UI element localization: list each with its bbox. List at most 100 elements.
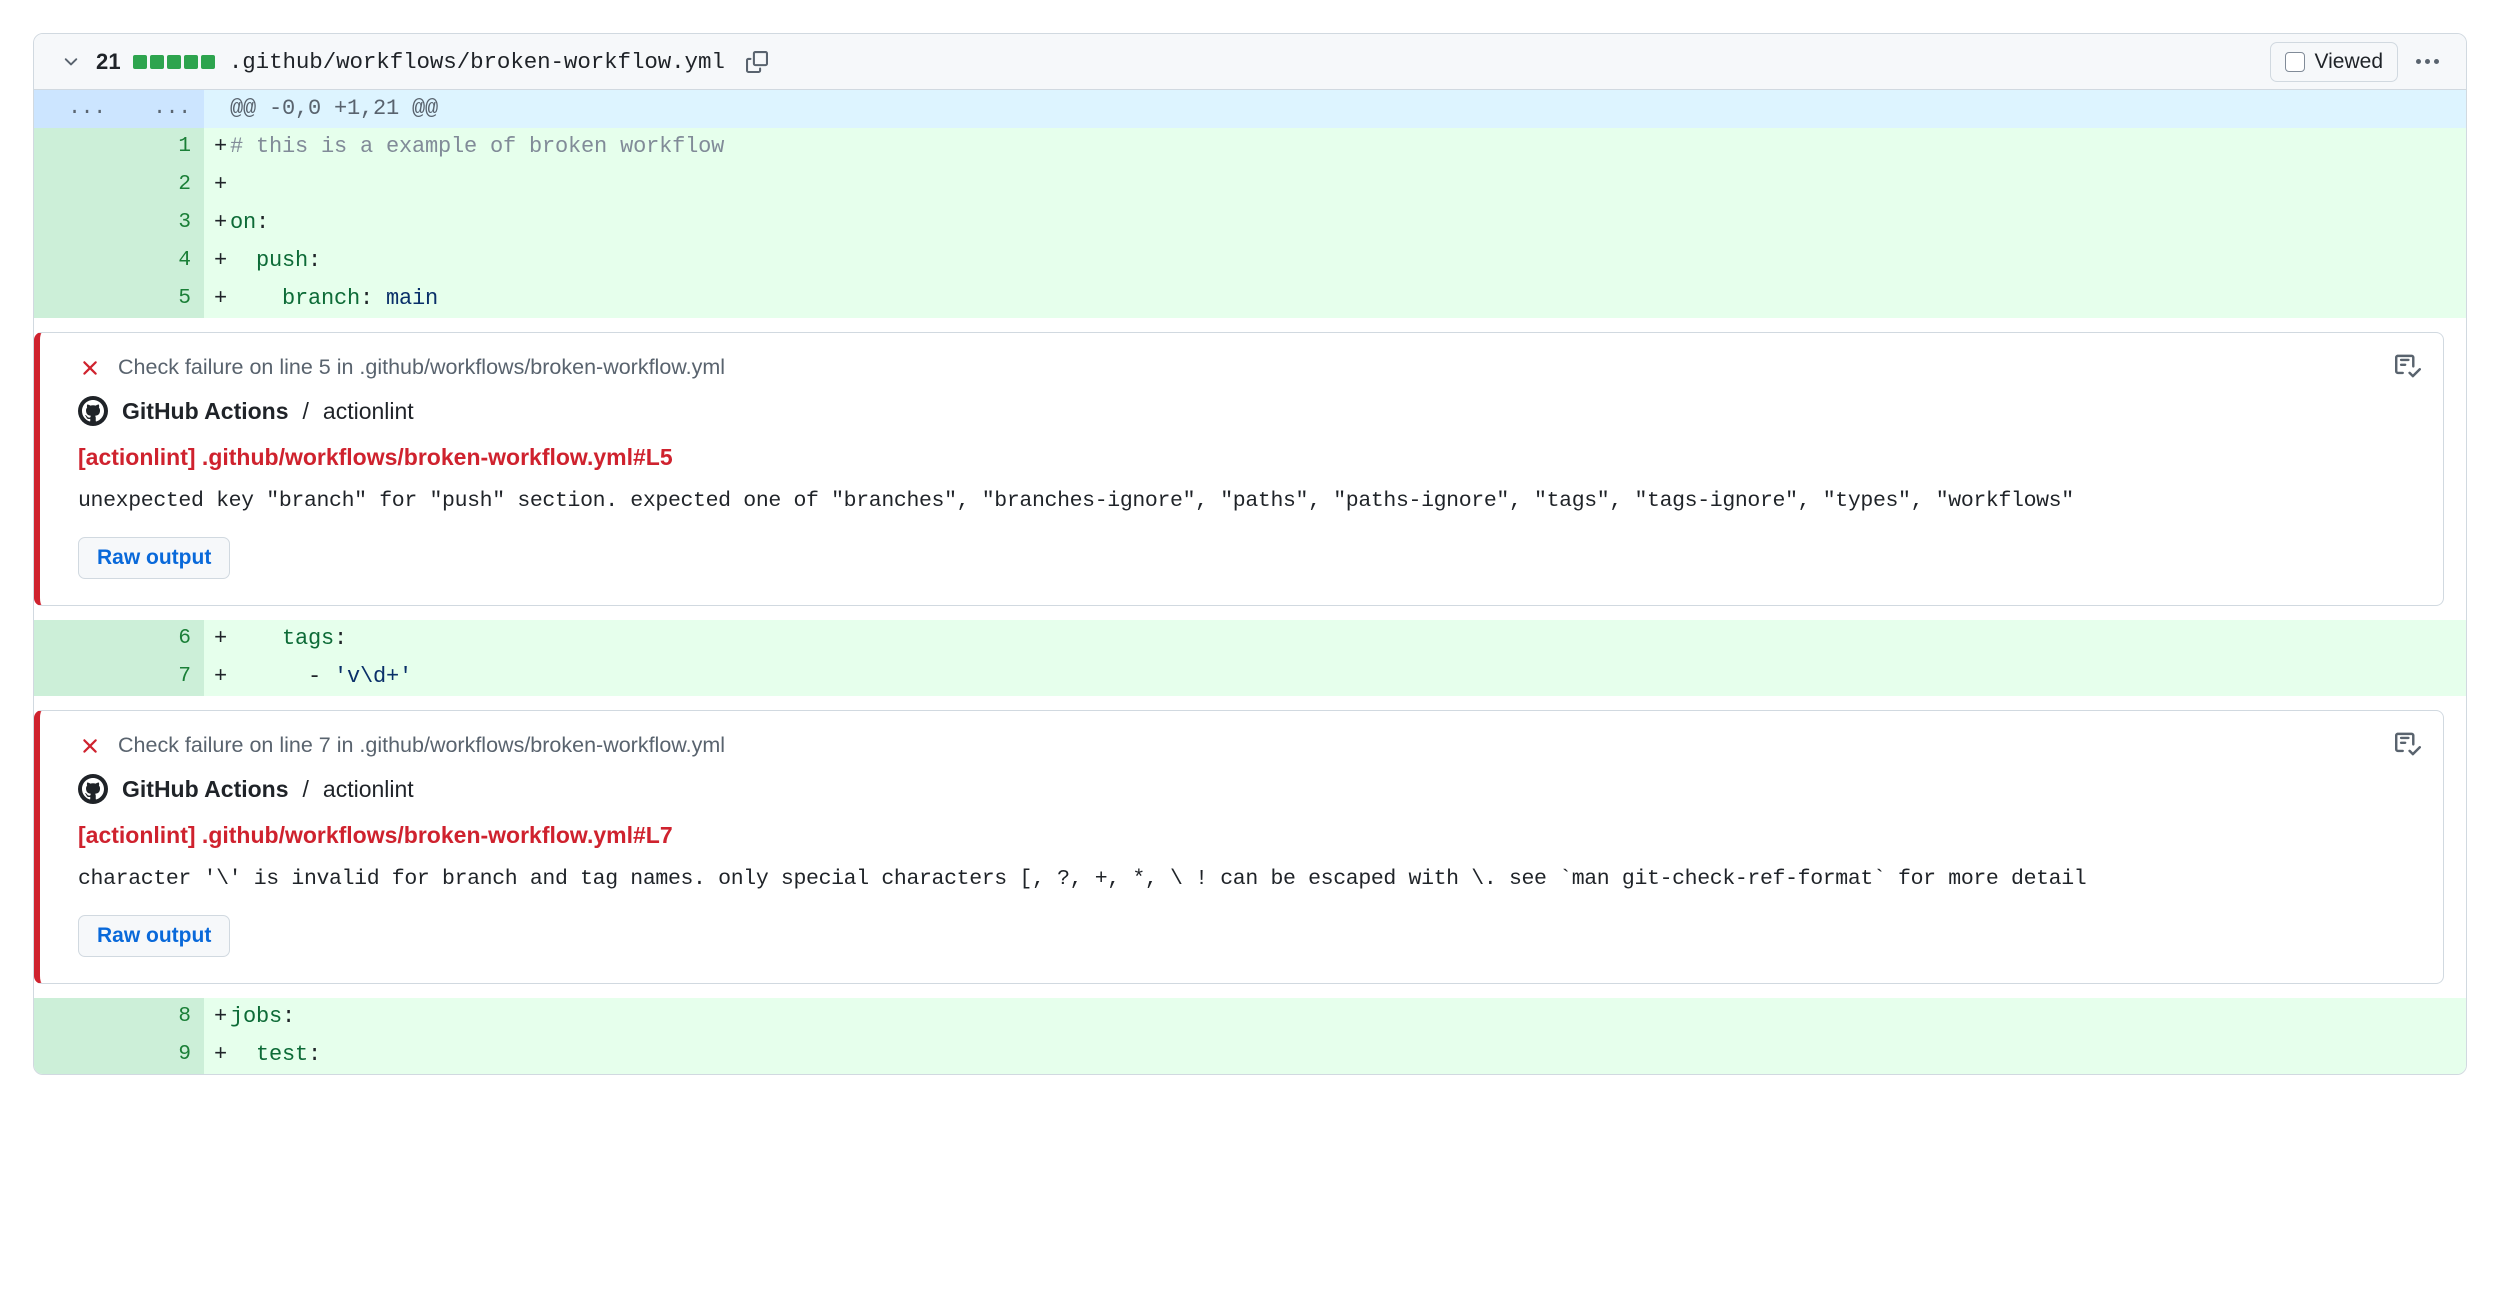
code-token: on: [230, 210, 257, 235]
annotation-head-text: Check failure on line 5 in .github/workf…: [118, 355, 726, 379]
diff-code-line: + # this is a example of broken workflow: [204, 128, 2466, 166]
annotation-actor-separator: /: [302, 775, 309, 802]
annotation-message: character '\' is invalid for branch and …: [78, 867, 2087, 891]
clipboard-copy-icon[interactable]: [741, 46, 773, 78]
line-number-new[interactable]: 1: [119, 128, 204, 166]
checklist-icon[interactable]: [2395, 353, 2421, 379]
file-path[interactable]: .github/workflows/broken-workflow.yml: [229, 49, 725, 75]
diff-code-line: + push:: [204, 242, 2466, 280]
line-number-new[interactable]: 9: [119, 1036, 204, 1074]
annotation-title[interactable]: [actionlint] .github/workflows/broken-wo…: [78, 822, 2415, 849]
line-number-new[interactable]: 2: [119, 166, 204, 204]
line-number-old[interactable]: [34, 658, 119, 696]
viewed-checkbox[interactable]: [2284, 51, 2305, 72]
diff-block-bottom: 8 + jobs: 9 + test:: [34, 998, 2466, 1074]
annotation-head-text: Check failure on line 7 in .github/workf…: [118, 733, 726, 757]
line-number-old[interactable]: [34, 1036, 119, 1074]
diff-marker: +: [214, 286, 228, 311]
file-header-left: 21 .github/workflows/broken-workflow.yml: [58, 46, 2270, 78]
diff-row-addition: 7 + - 'v\d+': [34, 658, 2466, 696]
code-token: -: [230, 664, 335, 689]
diff-row-addition: 4 + push:: [34, 242, 2466, 280]
raw-output-button[interactable]: Raw output: [78, 915, 231, 957]
diff-body: ... ... @@ -0,0 +1,21 @@ 1 + # this is a e…: [34, 90, 2466, 1074]
diff-row-addition: 9 + test:: [34, 1036, 2466, 1074]
diff-marker: +: [214, 1004, 228, 1029]
line-number-new[interactable]: 4: [119, 242, 204, 280]
diff-marker: +: [214, 1042, 228, 1067]
code-token: :: [256, 210, 270, 235]
hunk-gutter-old[interactable]: ...: [34, 90, 119, 128]
annotation-message: unexpected key "branch" for "push" secti…: [78, 489, 2074, 513]
checklist-icon[interactable]: [2395, 731, 2421, 757]
hunk-gutter-new[interactable]: ...: [119, 90, 204, 128]
diff-code-line: +: [204, 166, 2466, 204]
check-annotation: Check failure on line 5 in .github/workf…: [34, 332, 2444, 606]
code-token: # this is a example of broken workflow: [230, 134, 725, 159]
diffstat-square: [166, 54, 181, 69]
diff-marker: +: [214, 626, 228, 651]
annotation-check-name[interactable]: actionlint: [323, 776, 414, 803]
annotation-actor-name[interactable]: GitHub Actions: [122, 776, 289, 803]
line-number-old[interactable]: [34, 242, 119, 280]
x-icon: [78, 734, 102, 758]
diff-row-addition: 5 + branch: main: [34, 280, 2466, 318]
kebab-horizontal-icon[interactable]: [2408, 43, 2446, 81]
code-token: push: [230, 248, 309, 273]
diff-code-line: + jobs:: [204, 998, 2466, 1036]
line-number-old[interactable]: [34, 166, 119, 204]
diff-block-top: 1 + # this is a example of broken workflow…: [34, 128, 2466, 318]
annotation-head: Check failure on line 5 in .github/workf…: [78, 355, 2415, 380]
line-number-old[interactable]: [34, 204, 119, 242]
line-number-new[interactable]: 3: [119, 204, 204, 242]
annotation-actor-name[interactable]: GitHub Actions: [122, 398, 289, 425]
code-token: :: [308, 248, 322, 273]
annotation-actor: GitHub Actions / actionlint: [78, 396, 2415, 426]
diff-marker: +: [214, 210, 228, 235]
line-number-old[interactable]: [34, 620, 119, 658]
annotation-check-name[interactable]: actionlint: [323, 398, 414, 425]
hunk-header-row: ... ... @@ -0,0 +1,21 @@: [34, 90, 2466, 128]
diff-marker: +: [214, 134, 228, 159]
line-number-old[interactable]: [34, 128, 119, 166]
file-header-right: Viewed: [2269, 41, 2447, 82]
chevron-down-icon[interactable]: [58, 49, 84, 75]
line-number-old[interactable]: [34, 280, 119, 318]
diff-code-line: + branch: main: [204, 280, 2466, 318]
line-number-new[interactable]: 6: [119, 620, 204, 658]
file-header: 21 .github/workflows/broken-workflow.yml…: [34, 34, 2466, 90]
diff-row-addition: 3 + on:: [34, 204, 2466, 242]
check-annotation: Check failure on line 7 in .github/workf…: [34, 710, 2444, 984]
x-icon: [78, 356, 102, 380]
diffstat-square: [200, 54, 215, 69]
line-number-new[interactable]: 5: [119, 280, 204, 318]
diff-marker: +: [214, 172, 228, 197]
line-number-old[interactable]: [34, 998, 119, 1036]
diff-code-line: + - 'v\d+': [204, 658, 2466, 696]
hunk-header-text: @@ -0,0 +1,21 @@: [204, 90, 2466, 128]
code-token: :: [282, 1004, 296, 1029]
line-number-new[interactable]: 8: [119, 998, 204, 1036]
code-token: jobs: [230, 1004, 283, 1029]
viewed-toggle[interactable]: Viewed: [2269, 41, 2398, 82]
line-number-new[interactable]: 7: [119, 658, 204, 696]
annotation-wrap: Check failure on line 5 in .github/workf…: [34, 318, 2466, 620]
code-token: :: [308, 1042, 322, 1067]
diff-code-line: + test:: [204, 1036, 2466, 1074]
code-token: 'v\d+': [334, 664, 413, 689]
diffstat-square: [132, 54, 147, 69]
diff-row-addition: 6 + tags:: [34, 620, 2466, 658]
code-token: :: [360, 286, 387, 311]
raw-output-button[interactable]: Raw output: [78, 537, 231, 579]
diffstat-square: [183, 54, 198, 69]
diff-block-middle: 6 + tags: 7 + - 'v\d+': [34, 620, 2466, 696]
annotation-actor: GitHub Actions / actionlint: [78, 774, 2415, 804]
diff-code-line: + on:: [204, 204, 2466, 242]
annotation-title[interactable]: [actionlint] .github/workflows/broken-wo…: [78, 444, 2415, 471]
diff-marker: +: [214, 664, 228, 689]
code-token: tags: [230, 626, 335, 651]
hunk-range: @@ -0,0 +1,21 @@: [230, 96, 439, 121]
diffstat-square: [149, 54, 164, 69]
diff-row-addition: 2 +: [34, 166, 2466, 204]
annotation-head: Check failure on line 7 in .github/workf…: [78, 733, 2415, 758]
